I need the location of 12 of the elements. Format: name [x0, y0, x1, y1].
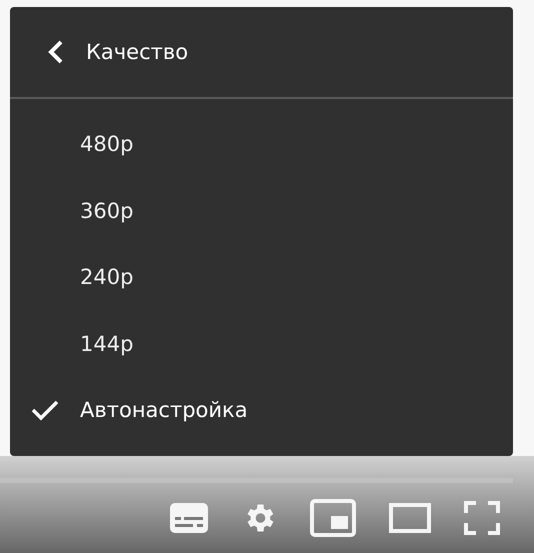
fullscreen-icon[interactable]: [464, 501, 500, 535]
miniplayer-icon[interactable]: [310, 499, 356, 537]
menu-title: Качество: [86, 40, 188, 64]
back-icon: [46, 39, 64, 65]
theater-mode-icon[interactable]: [389, 503, 431, 533]
quality-option[interactable]: 240p: [10, 244, 513, 310]
check-icon: [30, 398, 60, 422]
quality-option[interactable]: 360p: [10, 178, 513, 244]
quality-option[interactable]: 480p: [10, 111, 513, 178]
quality-option[interactable]: 144p: [10, 310, 513, 377]
subtitles-icon[interactable]: [170, 503, 208, 533]
quality-option[interactable]: Автонастройка: [10, 377, 513, 444]
